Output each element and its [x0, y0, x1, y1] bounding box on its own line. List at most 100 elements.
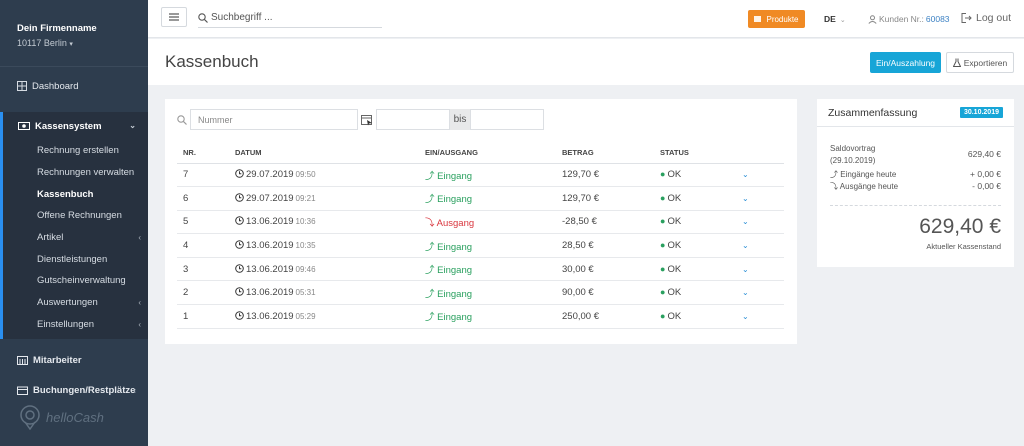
- clock-icon: [235, 193, 244, 202]
- user-icon: [868, 14, 877, 24]
- chevron-down-icon: ⌄: [129, 121, 136, 130]
- cell-date: 13.06.2019: [246, 216, 294, 228]
- sidebar-item-mitarbeiter[interactable]: Mitarbeiter: [0, 345, 148, 375]
- clock-icon: [235, 169, 244, 179]
- dashboard-icon: [17, 81, 28, 91]
- saldo-date: (29.10.2019): [830, 156, 876, 165]
- expand-chevron-icon[interactable]: ⌄: [742, 312, 749, 321]
- expand-chevron-icon[interactable]: ⌄: [742, 265, 749, 274]
- ausgaenge-label: Ausgänge heute: [839, 182, 899, 191]
- sidebar-item-dashboard[interactable]: Dashboard: [0, 70, 148, 102]
- sidebar-item-rechnungen-verwalten[interactable]: Rechnungen verwalten: [3, 162, 148, 184]
- caret-down-icon: ▾: [69, 41, 73, 48]
- search-box: [198, 8, 382, 28]
- table-row[interactable]: 4 13.06.2019 10:35 ⤴ Eingang 28,50 € ● OK ⌄: [177, 233, 784, 258]
- filter-bar: bis: [177, 109, 544, 130]
- arrow-up-icon: ⤴: [425, 170, 435, 182]
- summary-card: Zusammenfassung 30.10.2019 Saldovortrag …: [817, 99, 1014, 267]
- sidebar-item-artikel[interactable]: Artikel ‹: [3, 227, 148, 249]
- sidebar-item-einstellungen[interactable]: Einstellungen ‹: [3, 314, 148, 336]
- current-balance-label: Aktueller Kassenstand: [926, 242, 1001, 251]
- sidebar-item-kassensystem[interactable]: Kassensystem ⌄: [3, 112, 148, 140]
- date-to-input[interactable]: [470, 109, 544, 130]
- sidebar-item-gutscheinverwaltung[interactable]: Gutscheinverwaltung: [3, 270, 148, 292]
- date-from-input[interactable]: [376, 109, 450, 130]
- box-icon: [754, 16, 762, 22]
- table-row[interactable]: 7 29.07.2019 09:50 ⤴ Eingang 129,70 € ● OK ⌄: [177, 163, 784, 188]
- cell-betrag: 250,00 €: [556, 304, 654, 329]
- col-header-ein-ausgang[interactable]: EIN/AUSGANG: [419, 142, 556, 164]
- eingaenge-value: + 0,00 €: [970, 169, 1001, 179]
- status-text: OK: [667, 192, 682, 204]
- table-row[interactable]: 1 13.06.2019 05:29 ⤴ Eingang 250,00 € ● OK ⌄: [177, 304, 784, 329]
- clock-icon: [235, 216, 244, 226]
- sidebar-item-label: Buchungen/Restplätze: [33, 384, 136, 396]
- number-filter-input[interactable]: [190, 109, 358, 130]
- sidebar-item-auswertungen[interactable]: Auswertungen ‹: [3, 292, 148, 314]
- ausgaenge-row: ⤵ Ausgänge heute: [830, 181, 898, 192]
- col-header-datum[interactable]: DATUM: [229, 142, 419, 164]
- col-header-nr[interactable]: NR.: [177, 142, 229, 164]
- customer-number-value[interactable]: 60083: [926, 14, 950, 24]
- chevron-left-icon: ‹: [138, 319, 141, 329]
- chevron-left-icon: ‹: [138, 298, 141, 308]
- cell-ein-ausgang: ⤵ Ausgang: [419, 210, 556, 235]
- arrow-up-icon: ⤴: [425, 194, 435, 206]
- cell-datum: 29.07.2019 09:21: [229, 186, 419, 211]
- cell-ein-ausgang: ⤴ Eingang: [419, 257, 556, 282]
- expand-chevron-icon[interactable]: ⌄: [742, 241, 749, 250]
- table-row[interactable]: 2 13.06.2019 05:31 ⤴ Eingang 90,00 € ● OK ⌄: [177, 280, 784, 306]
- expand-chevron-icon[interactable]: ⌄: [742, 288, 749, 297]
- table-row[interactable]: 5 13.06.2019 10:36 ⤵ Ausgang -28,50 € ● OK ⌄: [177, 210, 784, 235]
- sidebar-item-label: Rechnungen verwalten: [37, 167, 135, 179]
- logout-button[interactable]: Log out: [961, 12, 1011, 24]
- language-value: DE: [824, 14, 836, 24]
- cell-ein-ausgang: ⤴ Eingang: [419, 163, 556, 188]
- expand-chevron-icon[interactable]: ⌄: [742, 170, 749, 179]
- hellocash-logo: helloCash: [17, 404, 104, 430]
- status-text: OK: [667, 310, 682, 322]
- sidebar-item-label: Artikel: [37, 232, 64, 244]
- cell-actions: ⌄: [736, 163, 784, 188]
- sidebar-item-buchungen[interactable]: Buchungen/Restplätze ‹: [0, 375, 148, 405]
- cell-actions: ⌄: [736, 233, 784, 258]
- col-header-status[interactable]: STATUS: [654, 142, 736, 164]
- cell-actions: ⌄: [736, 304, 784, 329]
- calendar-icon[interactable]: [358, 109, 376, 130]
- sidebar-item-offene-rechnungen[interactable]: Offene Rechnungen: [3, 205, 148, 227]
- cell-status: ● OK: [654, 163, 736, 188]
- table-row[interactable]: 3 13.06.2019 09:46 ⤴ Eingang 30,00 € ● OK ⌄: [177, 257, 784, 282]
- status-dot-icon: ●: [660, 240, 666, 251]
- cell-type: Eingang: [437, 241, 473, 253]
- arrow-up-icon: ⤴: [425, 265, 435, 277]
- language-select[interactable]: DE ⌄: [824, 14, 846, 24]
- cell-datum: 13.06.2019 10:36: [229, 210, 419, 235]
- col-header-betrag[interactable]: BETRAG: [556, 142, 654, 164]
- expand-chevron-icon[interactable]: ⌄: [742, 194, 749, 203]
- status-dot-icon: ●: [660, 287, 666, 298]
- cell-type: Eingang: [437, 194, 473, 206]
- expand-chevron-icon[interactable]: ⌄: [742, 217, 749, 226]
- export-button[interactable]: Exportieren: [946, 52, 1014, 73]
- sidebar-item-kassenbuch[interactable]: Kassenbuch: [3, 183, 148, 205]
- sidebar-item-rechnung-erstellen[interactable]: Rechnung erstellen: [3, 140, 148, 162]
- search-input[interactable]: [211, 12, 376, 23]
- table-row[interactable]: 6 29.07.2019 09:21 ⤴ Eingang 129,70 € ● OK ⌄: [177, 186, 784, 211]
- cell-betrag: -28,50 €: [556, 210, 654, 235]
- menu-toggle-button[interactable]: [161, 7, 187, 27]
- chevron-down-icon: ⌄: [839, 17, 846, 24]
- cell-type: Eingang: [437, 170, 473, 182]
- cell-date: 13.06.2019: [246, 310, 294, 322]
- sidebar-item-dienstleistungen[interactable]: Dienstleistungen: [3, 248, 148, 270]
- col-header-actions: [736, 142, 784, 164]
- produkte-button[interactable]: Produkte: [748, 10, 805, 28]
- ein-auszahlung-button[interactable]: Ein/Auszahlung: [870, 52, 941, 73]
- arrow-up-icon: ⤴: [830, 170, 838, 179]
- produkte-label: Produkte: [766, 14, 799, 24]
- arrow-up-icon: ⤴: [425, 312, 435, 324]
- status-dot-icon: ●: [660, 263, 666, 274]
- cell-ein-ausgang: ⤴ Eingang: [419, 304, 556, 329]
- company-block[interactable]: Dein Firmenname 10117 Berlin ▾: [0, 0, 148, 66]
- money-icon: [18, 122, 30, 130]
- status-dot-icon: ●: [660, 310, 666, 321]
